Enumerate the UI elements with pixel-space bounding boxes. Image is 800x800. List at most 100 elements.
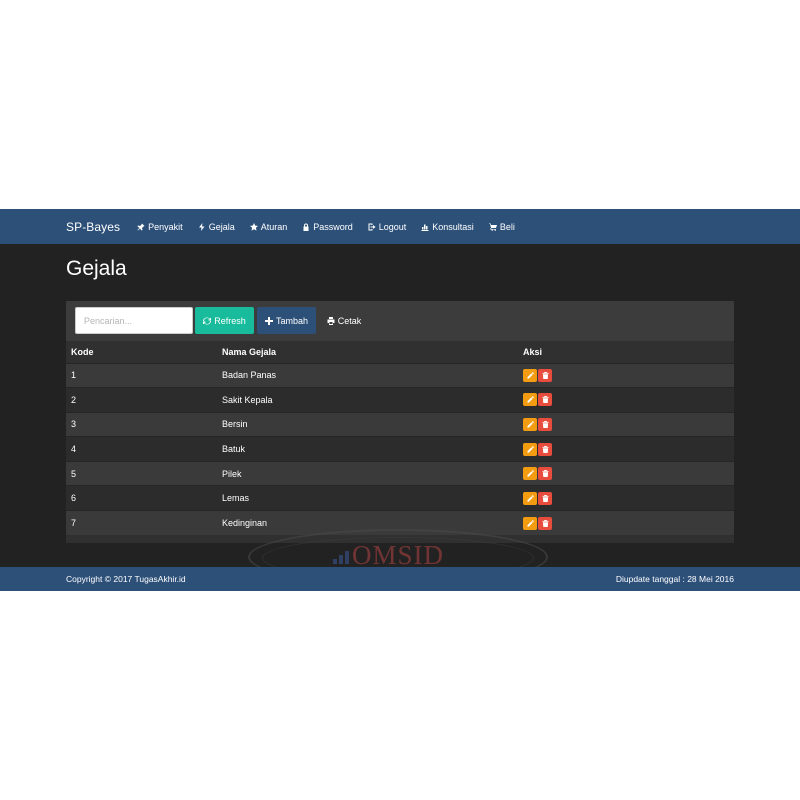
cell-kode: 2 <box>66 387 217 413</box>
search-input[interactable] <box>75 307 193 334</box>
cell-aksi <box>518 460 734 486</box>
refresh-icon <box>203 317 212 324</box>
nav-item-penyakit[interactable]: Penyakit <box>137 222 183 232</box>
edit-button[interactable] <box>523 368 537 382</box>
edit-icon <box>526 519 534 527</box>
edit-icon <box>526 420 534 428</box>
brand[interactable]: SP-Bayes <box>66 220 120 234</box>
edit-button[interactable] <box>523 491 537 505</box>
logout-icon <box>368 223 376 230</box>
cell-nama-gejala: Sakit Kepala <box>217 387 518 413</box>
cell-kode: 1 <box>66 362 217 388</box>
delete-button[interactable] <box>538 467 552 481</box>
edit-icon <box>526 396 534 403</box>
trash-icon <box>541 445 549 453</box>
delete-button[interactable] <box>538 368 552 382</box>
trash-icon <box>541 396 549 404</box>
cell-nama-gejala: Badan Panas <box>217 362 518 388</box>
cell-kode: 4 <box>66 436 217 462</box>
cell-nama-gejala: Pilek <box>217 460 518 486</box>
trash-icon <box>541 371 549 379</box>
cell-aksi <box>518 510 734 536</box>
footer-copyright: Copyright © 2017 TugasAkhir.id <box>66 574 186 584</box>
refresh-button[interactable]: Refresh <box>195 307 254 334</box>
table-header-row: Kode Nama Gejala Aksi <box>66 341 734 363</box>
print-label: Cetak <box>337 315 362 326</box>
table-body: 1 Badan Panas 2 Sakit Kepala 3 Bersin 4 Batuk 5 P… <box>66 362 734 536</box>
cell-nama-gejala: Bersin <box>217 411 518 437</box>
page-title: Gejala <box>66 257 127 280</box>
nav-item-logout[interactable]: Logout <box>368 221 407 232</box>
star-icon <box>249 222 258 231</box>
bar-chart-icon <box>421 224 429 231</box>
gejala-table: Kode Nama Gejala Aksi 1 Badan Panas 2 Sakit… <box>66 341 734 536</box>
footer-updated: Diupdate tanggal : 28 Mei 2016 <box>615 574 734 584</box>
trash-icon <box>541 470 549 478</box>
navbar: SP-Bayes Penyakit Gejala Aturan Password… <box>0 209 800 244</box>
edit-button[interactable] <box>523 393 537 407</box>
header-kode[interactable]: Kode <box>66 341 217 363</box>
table-row: 1 Badan Panas <box>66 362 734 388</box>
app-window: SP-Bayes Penyakit Gejala Aturan Password… <box>0 209 800 591</box>
pushpin-icon <box>137 223 145 230</box>
edit-button[interactable] <box>523 516 537 530</box>
table-row: 5 Pilek <box>66 460 734 486</box>
table-row: 4 Batuk <box>66 436 734 462</box>
cell-nama-gejala: Batuk <box>217 436 518 462</box>
nav-item-label: Beli <box>499 221 515 232</box>
nav-item-label: Gejala <box>208 221 235 232</box>
table-row: 2 Sakit Kepala <box>66 387 734 413</box>
delete-button[interactable] <box>538 393 552 407</box>
cell-aksi <box>518 411 734 437</box>
bolt-icon <box>198 222 205 231</box>
trash-icon <box>541 494 549 502</box>
data-panel: Refresh Tambah Cetak Kode Nama Gejala Ak… <box>66 301 734 543</box>
table-row: 6 Lemas <box>66 485 734 511</box>
cell-kode: 5 <box>66 460 217 486</box>
delete-button[interactable] <box>538 442 552 456</box>
header-nama-gejala[interactable]: Nama Gejala <box>217 341 518 363</box>
cell-nama-gejala: Lemas <box>217 485 518 511</box>
edit-button[interactable] <box>523 442 537 456</box>
lock-icon <box>303 223 309 231</box>
edit-icon <box>526 371 534 379</box>
cell-aksi <box>518 436 734 462</box>
nav-item-label: Password <box>313 221 353 232</box>
print-button[interactable]: Cetak <box>320 307 368 334</box>
footer: Copyright © 2017 TugasAkhir.id Diupdate … <box>0 567 800 591</box>
refresh-label: Refresh <box>214 315 246 326</box>
trash-icon <box>541 519 549 527</box>
toolbar: Refresh Tambah Cetak <box>66 301 734 341</box>
delete-button[interactable] <box>538 491 552 505</box>
edit-icon <box>526 470 534 477</box>
nav-item-label: Konsultasi <box>432 221 474 232</box>
nav-item-gejala[interactable]: Gejala <box>198 222 235 232</box>
nav-item-label: Aturan <box>260 221 288 232</box>
header-aksi: Aksi <box>518 341 734 363</box>
edit-button[interactable] <box>523 417 537 431</box>
table-row: 3 Bersin <box>66 411 734 437</box>
nav-item-password[interactable]: Password <box>302 222 353 232</box>
edit-button[interactable] <box>523 467 537 481</box>
edit-icon <box>526 494 534 502</box>
cell-aksi <box>518 362 734 388</box>
nav-item-beli[interactable]: Beli <box>488 221 515 232</box>
plus-icon <box>264 316 273 325</box>
cell-aksi <box>518 485 734 511</box>
add-button[interactable]: Tambah <box>257 307 316 334</box>
edit-icon <box>526 445 534 453</box>
shopping-cart-icon <box>488 223 497 231</box>
nav-item-konsultasi[interactable]: Konsultasi <box>421 222 474 232</box>
cell-kode: 6 <box>66 485 217 511</box>
delete-button[interactable] <box>538 516 552 530</box>
cell-kode: 3 <box>66 411 217 437</box>
nav-item-label: Logout <box>378 221 407 232</box>
nav-item-label: Penyakit <box>148 221 183 232</box>
cell-aksi <box>518 387 734 413</box>
cell-kode: 7 <box>66 510 217 536</box>
print-icon <box>327 316 335 325</box>
add-label: Tambah <box>275 315 309 326</box>
nav-item-aturan[interactable]: Aturan <box>249 221 288 232</box>
trash-icon <box>541 420 549 428</box>
delete-button[interactable] <box>538 417 552 431</box>
